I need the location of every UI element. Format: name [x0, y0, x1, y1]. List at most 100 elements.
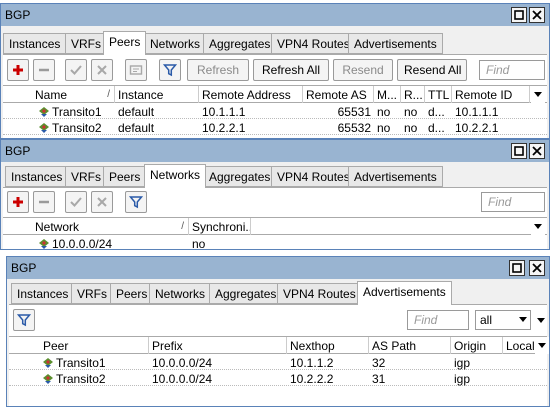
column-header-local-pref[interactable]: Local — [503, 337, 537, 354]
filter-select[interactable]: all — [475, 310, 531, 330]
column-header-origin[interactable]: Origin — [451, 337, 503, 354]
window-title: BGP — [5, 8, 31, 22]
tab-advertisements[interactable]: Advertisements — [348, 166, 443, 187]
column-header-remote-id[interactable]: Remote ID — [452, 86, 530, 103]
column-header-instance[interactable]: Instance — [115, 86, 199, 103]
minus-icon — [39, 68, 49, 72]
cross-icon — [97, 197, 107, 207]
table-header: Name / Instance Remote Address Remote AS … — [3, 86, 547, 103]
column-header-remote-address[interactable]: Remote Address — [199, 86, 303, 103]
find-input[interactable]: Find — [481, 192, 545, 212]
close-icon — [532, 146, 542, 156]
chevron-down-icon — [534, 224, 542, 229]
column-header-route-reflect[interactable]: R... — [401, 86, 425, 103]
tab-bar: Instances VRFs Peers Networks Aggregates… — [7, 281, 549, 305]
add-button[interactable] — [7, 191, 29, 213]
add-button[interactable] — [7, 59, 29, 81]
close-button[interactable] — [529, 143, 545, 159]
enable-button[interactable] — [65, 191, 87, 213]
column-header-peer[interactable]: Peer — [9, 337, 149, 354]
remove-button[interactable] — [33, 59, 55, 81]
peer-icon — [43, 358, 53, 368]
column-header-name[interactable]: Name / — [3, 86, 115, 103]
filter-select-value: all — [480, 313, 493, 327]
cell-nexthop: 10.2.2.2 — [290, 372, 334, 386]
title-bar[interactable]: BGP — [1, 140, 549, 162]
networks-table: Network / Synchroni... 10.0.0.0/24 no — [3, 217, 547, 249]
resend-button[interactable]: Resend — [333, 59, 393, 81]
column-header-remote-as[interactable]: Remote AS — [303, 86, 374, 103]
restore-button[interactable] — [511, 7, 527, 23]
window-title: BGP — [11, 261, 37, 275]
column-header-as-path[interactable]: AS Path — [369, 337, 451, 354]
minus-icon — [39, 200, 49, 204]
tab-networks[interactable]: Networks — [144, 33, 207, 54]
column-header-ttl[interactable]: TTL — [425, 86, 452, 103]
tab-peers[interactable]: Peers — [110, 283, 154, 304]
table-row[interactable]: Transito1 10.0.0.0/24 10.1.1.2 32 igp — [9, 355, 547, 370]
restore-button[interactable] — [509, 260, 525, 276]
restore-button[interactable] — [511, 143, 527, 159]
restore-icon — [514, 146, 524, 156]
column-header-synchronize[interactable]: Synchroni... — [189, 218, 251, 235]
scroll-down-icon[interactable] — [535, 310, 547, 330]
comment-icon — [129, 65, 143, 75]
tab-vrfs[interactable]: VRFs — [65, 166, 107, 187]
tab-aggregates[interactable]: Aggregates — [209, 283, 283, 304]
cell-ttl: d... — [428, 121, 445, 135]
cell-prefix: 10.0.0.0/24 — [152, 372, 213, 386]
tab-networks[interactable]: Networks — [144, 164, 207, 188]
tab-instances[interactable]: Instances — [3, 33, 67, 54]
title-bar[interactable]: BGP — [1, 4, 549, 26]
cell-peer: Transito1 — [39, 355, 149, 370]
column-header-prefix[interactable]: Prefix — [149, 337, 287, 354]
cell-ttl: d... — [428, 105, 445, 119]
close-icon — [532, 263, 542, 273]
title-bar[interactable]: BGP — [7, 257, 549, 279]
tab-vpn4-routes[interactable]: VPN4 Routes — [271, 33, 356, 54]
table-row[interactable]: Transito2 default 10.2.2.1 65532 no no d… — [3, 120, 547, 135]
column-menu-button[interactable] — [531, 86, 545, 103]
table-row[interactable]: Transito2 10.0.0.0/24 10.2.2.2 31 igp — [9, 371, 547, 386]
cell-remote-as: 65531 — [337, 105, 371, 119]
filter-button[interactable] — [159, 59, 181, 81]
column-header-nexthop[interactable]: Nexthop — [287, 337, 369, 354]
tab-instances[interactable]: Instances — [5, 166, 69, 187]
disable-button[interactable] — [91, 191, 113, 213]
restore-icon — [514, 10, 524, 20]
tab-advertisements[interactable]: Advertisements — [357, 281, 452, 305]
filter-icon — [129, 196, 143, 209]
column-menu-button[interactable] — [531, 218, 545, 235]
filter-button[interactable] — [13, 309, 35, 331]
table-row[interactable]: Transito1 default 10.1.1.1 65531 no no d… — [3, 104, 547, 119]
refresh-all-button[interactable]: Refresh All — [253, 59, 329, 81]
tab-networks[interactable]: Networks — [149, 283, 212, 304]
tab-instances[interactable]: Instances — [11, 283, 75, 304]
resend-all-button[interactable]: Resend All — [397, 59, 467, 81]
filter-button[interactable] — [125, 191, 147, 213]
tab-advertisements[interactable]: Advertisements — [348, 33, 443, 54]
column-header-network[interactable]: Network / — [3, 218, 189, 235]
column-header-multihop[interactable]: M... — [374, 86, 401, 103]
table-row[interactable]: 10.0.0.0/24 no — [3, 236, 547, 249]
tab-vpn4-routes[interactable]: VPN4 Routes — [277, 283, 362, 304]
cell-remote-id: 10.1.1.1 — [455, 105, 499, 119]
cell-origin: igp — [454, 356, 471, 370]
close-button[interactable] — [529, 260, 545, 276]
close-button[interactable] — [529, 7, 545, 23]
column-menu-button[interactable] — [535, 337, 549, 354]
disable-button[interactable] — [91, 59, 113, 81]
tab-aggregates[interactable]: Aggregates — [203, 33, 277, 54]
tab-vrfs[interactable]: VRFs — [71, 283, 113, 304]
find-input[interactable]: Find — [407, 310, 469, 330]
enable-button[interactable] — [65, 59, 87, 81]
refresh-button[interactable]: Refresh — [187, 59, 249, 81]
remove-button[interactable] — [33, 191, 55, 213]
tab-vpn4-routes[interactable]: VPN4 Routes — [271, 166, 356, 187]
comment-button[interactable] — [125, 59, 147, 81]
tab-aggregates[interactable]: Aggregates — [203, 166, 277, 187]
find-input[interactable]: Find — [479, 60, 545, 80]
tab-peers[interactable]: Peers — [103, 166, 147, 187]
tab-peers[interactable]: Peers — [103, 31, 147, 55]
tab-vrfs[interactable]: VRFs — [65, 33, 107, 54]
